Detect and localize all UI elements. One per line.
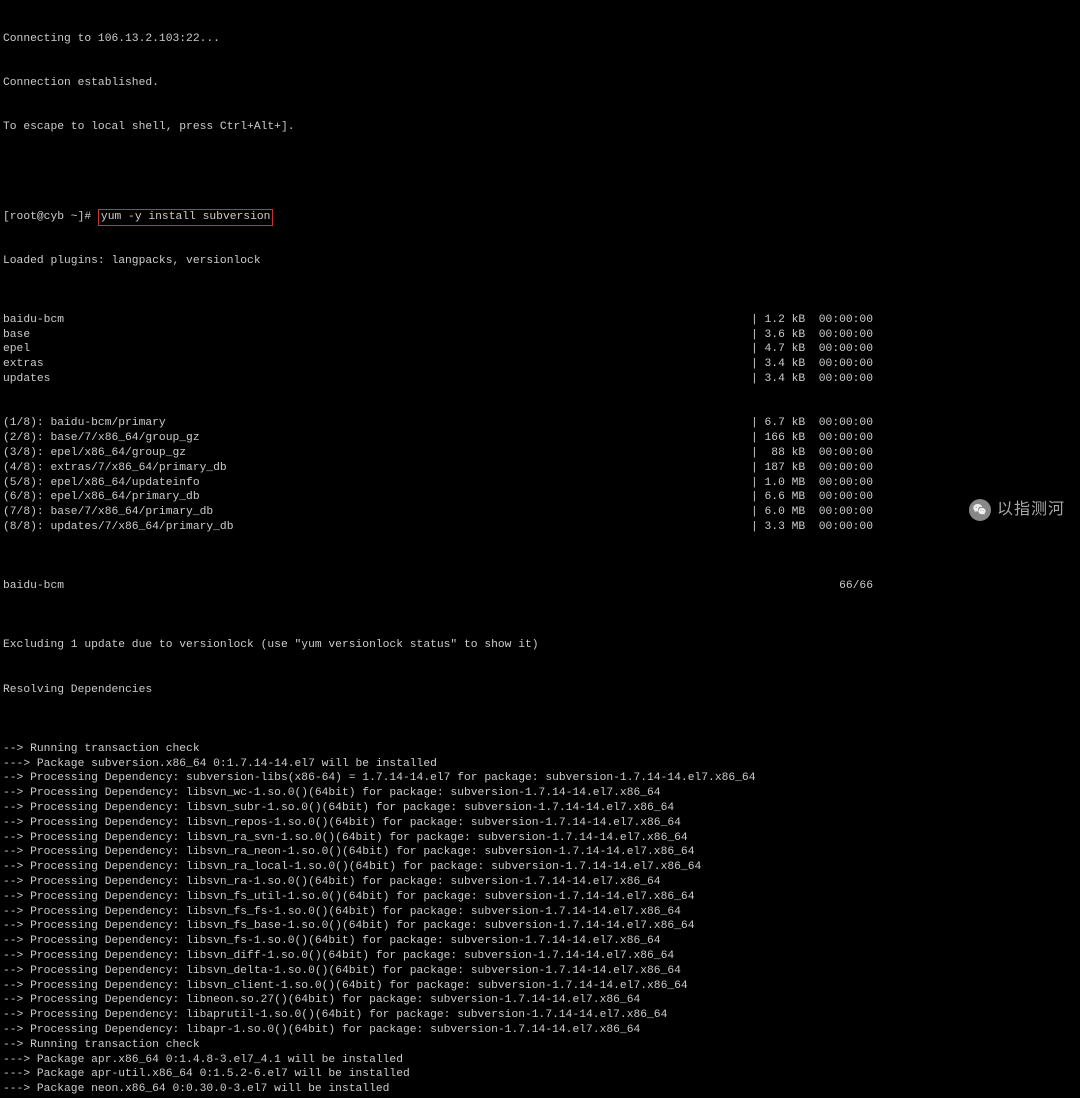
row-name: baidu-bcm (3, 313, 64, 328)
exclude-line: Excluding 1 update due to versionlock (u… (3, 638, 1077, 653)
dependency-line: --> Processing Dependency: libsvn_ra_svn… (3, 831, 1077, 846)
dependency-line: ---> Package neon.x86_64 0:0.30.0-3.el7 … (3, 1082, 1077, 1097)
download-row: (5/8): epel/x86_64/updateinfo | 1.0 MB 00… (3, 476, 873, 491)
row-name: extras (3, 357, 44, 372)
row-name: epel (3, 342, 30, 357)
dependency-line: --> Running transaction check (3, 742, 1077, 757)
dependency-line: --> Processing Dependency: libaprutil-1.… (3, 1008, 1077, 1023)
counter-row: baidu-bcm 66/66 (3, 579, 873, 594)
command-highlight: yum -y install subversion (98, 209, 273, 226)
dependency-line: --> Processing Dependency: libsvn_subr-1… (3, 801, 1077, 816)
dependency-line: --> Processing Dependency: libsvn_delta-… (3, 964, 1077, 979)
row-size-time: | 166 kB 00:00:00 (751, 431, 873, 446)
dependency-line: --> Processing Dependency: libgnutls.so.… (3, 1097, 1077, 1098)
row-name: (8/8): updates/7/x86_64/primary_db (3, 520, 234, 535)
dependency-line: ---> Package apr.x86_64 0:1.4.8-3.el7_4.… (3, 1053, 1077, 1068)
blank-line (3, 165, 1077, 180)
dependency-line: --> Processing Dependency: libsvn_fs_fs-… (3, 905, 1077, 920)
dependency-line: --> Processing Dependency: libsvn_ra_neo… (3, 845, 1077, 860)
row-size-time: | 6.7 kB 00:00:00 (751, 416, 873, 431)
dependency-line: --> Processing Dependency: libsvn_repos-… (3, 816, 1077, 831)
row-size-time: | 3.4 kB 00:00:00 (751, 357, 873, 372)
wechat-icon (969, 499, 991, 521)
escape-hint: To escape to local shell, press Ctrl+Alt… (3, 120, 1077, 135)
row-name: base (3, 328, 30, 343)
dependency-line: --> Processing Dependency: libsvn_ra-1.s… (3, 875, 1077, 890)
row-name: updates (3, 372, 50, 387)
download-row: (1/8): baidu-bcm/primary | 6.7 kB 00:00:0… (3, 416, 873, 431)
dependency-line: --> Processing Dependency: libapr-1.so.0… (3, 1023, 1077, 1038)
dependency-line: --> Running transaction check (3, 1038, 1077, 1053)
row-name: (7/8): base/7/x86_64/primary_db (3, 505, 213, 520)
watermark-text: 以指测河 (997, 500, 1065, 521)
row-size-time: | 1.2 kB 00:00:00 (751, 313, 873, 328)
dependency-line: --> Processing Dependency: libsvn_wc-1.s… (3, 786, 1077, 801)
dependency-line: ---> Package subversion.x86_64 0:1.7.14-… (3, 757, 1077, 772)
watermark: 以指测河 (969, 499, 1065, 521)
row-size-time: | 1.0 MB 00:00:00 (751, 476, 873, 491)
prompt-user: [root@cyb ~]# (3, 211, 98, 223)
row-size-time: | 88 kB 00:00:00 (751, 446, 873, 461)
dependency-line: --> Processing Dependency: libsvn_diff-1… (3, 949, 1077, 964)
row-size-time: | 187 kB 00:00:00 (751, 461, 873, 476)
download-row: (7/8): base/7/x86_64/primary_db | 6.0 MB … (3, 505, 873, 520)
counter-name: baidu-bcm (3, 579, 64, 594)
row-name: (4/8): extras/7/x86_64/primary_db (3, 461, 227, 476)
row-name: (1/8): baidu-bcm/primary (3, 416, 166, 431)
row-size-time: | 3.4 kB 00:00:00 (751, 372, 873, 387)
row-size-time: | 4.7 kB 00:00:00 (751, 342, 873, 357)
dependency-line: ---> Package apr-util.x86_64 0:1.5.2-6.e… (3, 1067, 1077, 1082)
resolve-line: Resolving Dependencies (3, 683, 1077, 698)
dependency-line: --> Processing Dependency: libneon.so.27… (3, 993, 1077, 1008)
dependency-line: --> Processing Dependency: libsvn_fs_bas… (3, 919, 1077, 934)
repo-status-row: base | 3.6 kB 00:00:00 (3, 328, 873, 343)
row-size-time: | 3.3 MB 00:00:00 (751, 520, 873, 535)
dependency-line: --> Processing Dependency: libsvn_fs-1.s… (3, 934, 1077, 949)
repo-status-row: extras | 3.4 kB 00:00:00 (3, 357, 873, 372)
row-size-time: | 6.6 MB 00:00:00 (751, 490, 873, 505)
dependency-line: --> Processing Dependency: libsvn_client… (3, 979, 1077, 994)
established-line: Connection established. (3, 76, 1077, 91)
plugins-line: Loaded plugins: langpacks, versionlock (3, 254, 1077, 269)
repo-status-row: baidu-bcm | 1.2 kB 00:00:00 (3, 313, 873, 328)
prompt-line: [root@cyb ~]# yum -y install subversion (3, 209, 1077, 224)
download-row: (8/8): updates/7/x86_64/primary_db | 3.3 … (3, 520, 873, 535)
connect-line: Connecting to 106.13.2.103:22... (3, 32, 1077, 47)
dependency-line: --> Processing Dependency: subversion-li… (3, 771, 1077, 786)
download-row: (6/8): epel/x86_64/primary_db | 6.6 MB 00… (3, 490, 873, 505)
row-size-time: | 6.0 MB 00:00:00 (751, 505, 873, 520)
download-row: (4/8): extras/7/x86_64/primary_db | 187 k… (3, 461, 873, 476)
row-name: (5/8): epel/x86_64/updateinfo (3, 476, 200, 491)
download-row: (3/8): epel/x86_64/group_gz | 88 kB 00:00… (3, 446, 873, 461)
download-row: (2/8): base/7/x86_64/group_gz | 166 kB 00… (3, 431, 873, 446)
row-name: (6/8): epel/x86_64/primary_db (3, 490, 200, 505)
repo-status-row: updates | 3.4 kB 00:00:00 (3, 372, 873, 387)
dependency-line: --> Processing Dependency: libsvn_fs_uti… (3, 890, 1077, 905)
repo-status-row: epel | 4.7 kB 00:00:00 (3, 342, 873, 357)
dependency-line: --> Processing Dependency: libsvn_ra_loc… (3, 860, 1077, 875)
row-name: (2/8): base/7/x86_64/group_gz (3, 431, 200, 446)
terminal-output[interactable]: Connecting to 106.13.2.103:22... Connect… (0, 0, 1080, 1098)
row-size-time: | 3.6 kB 00:00:00 (751, 328, 873, 343)
counter-value: 66/66 (839, 579, 873, 594)
row-name: (3/8): epel/x86_64/group_gz (3, 446, 186, 461)
